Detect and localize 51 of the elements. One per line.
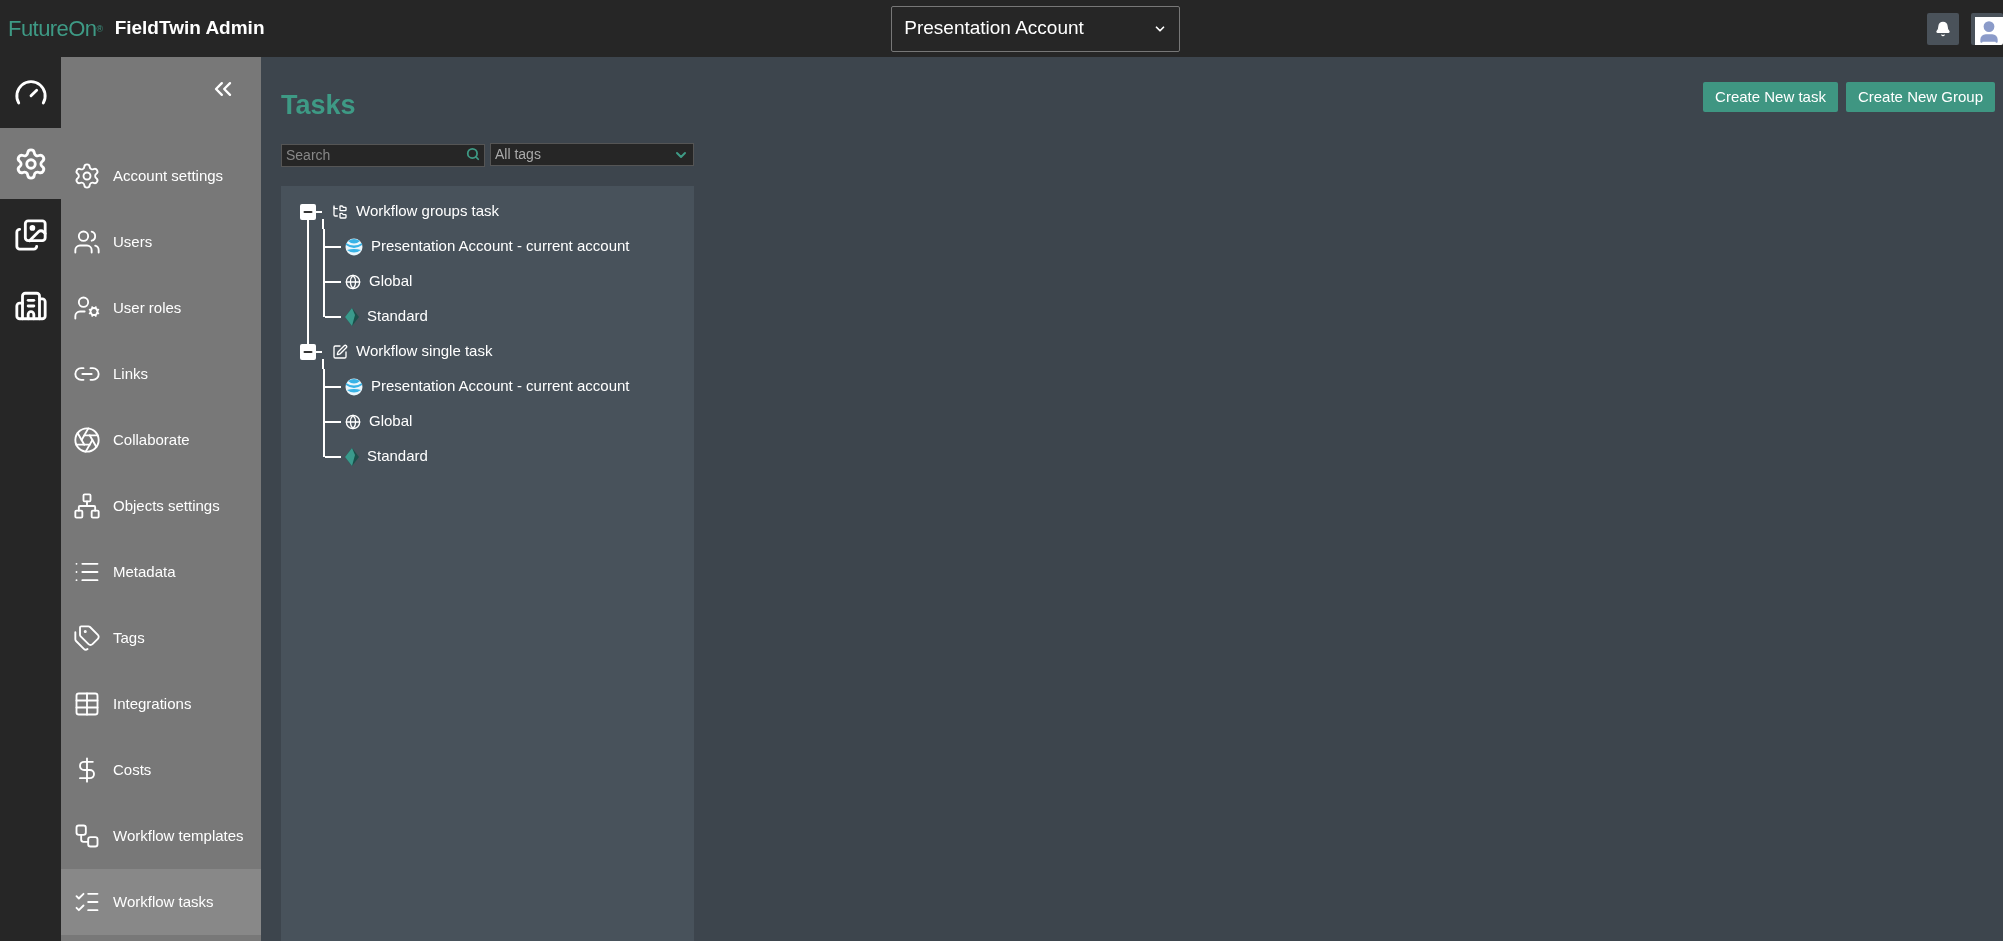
logo[interactable]: FutureOn$^{®}$	[8, 12, 103, 45]
user-gear-icon	[73, 294, 101, 322]
tree-item-label[interactable]: Global	[369, 270, 413, 293]
sidebar-item[interactable]: Metadata	[61, 539, 261, 605]
collapse-toggle[interactable]	[300, 343, 316, 360]
sidebar-item[interactable]: Collaborate	[61, 407, 261, 473]
workflow-icon	[73, 822, 101, 850]
sidebar-item[interactable]: Costs	[61, 737, 261, 803]
diamond-icon	[345, 307, 359, 326]
tree-item-label[interactable]: Presentation Account - current account	[371, 235, 630, 258]
table-icon	[73, 690, 101, 718]
account-select[interactable]: Presentation Account	[891, 5, 1181, 52]
sidebar-item[interactable]: Workflow tasks	[61, 869, 261, 935]
globe-icon	[345, 273, 361, 290]
bell-icon	[1935, 20, 1951, 37]
circle-icon	[73, 426, 101, 454]
tree-item-label[interactable]: Standard	[367, 445, 428, 468]
search-icon	[466, 147, 480, 161]
tree-item-label[interactable]: Standard	[367, 305, 428, 328]
users-icon	[73, 228, 101, 256]
tree-item-label[interactable]: Workflow groups task	[356, 200, 500, 223]
diamond-icon	[345, 447, 359, 466]
globe-icon	[345, 413, 361, 430]
images-icon	[13, 217, 48, 252]
account-icon	[345, 237, 363, 256]
tags-select[interactable]: All tags	[490, 143, 694, 166]
sidebar-item[interactable]: Tags	[61, 605, 261, 671]
tags-icon	[73, 624, 101, 652]
collapse-toggle[interactable]	[300, 203, 316, 220]
create-button[interactable]: Create New Group	[1845, 82, 1995, 112]
sidebar-item[interactable]: Workflow templates	[61, 803, 261, 869]
tree-item-label[interactable]: Presentation Account - current account	[371, 375, 630, 398]
app-title: FieldTwin Admin	[114, 16, 265, 41]
sidebar-item[interactable]: Links	[61, 341, 261, 407]
sidebar-item[interactable]: User roles	[61, 275, 261, 341]
sidebar-item[interactable]: Account settings	[61, 143, 261, 209]
tree-item-label[interactable]: Global	[369, 410, 413, 433]
group-icon	[332, 203, 348, 220]
sidebar-item[interactable]: Integrations	[61, 671, 261, 737]
network-icon	[73, 492, 101, 520]
sidebar-item[interactable]: Users	[61, 209, 261, 275]
notification-button[interactable]	[1927, 12, 1959, 45]
create-button[interactable]: Create New task	[1703, 82, 1838, 112]
page-title: Tasks	[281, 88, 356, 122]
settings-icon	[73, 162, 101, 190]
account-icon	[345, 377, 363, 396]
edit-icon	[332, 343, 348, 360]
tree-item-label[interactable]: Workflow single task	[356, 340, 493, 363]
sidebar-item[interactable]: Objects settings	[61, 473, 261, 539]
search-field[interactable]: Search	[281, 143, 485, 167]
avatar[interactable]	[1971, 12, 2003, 45]
